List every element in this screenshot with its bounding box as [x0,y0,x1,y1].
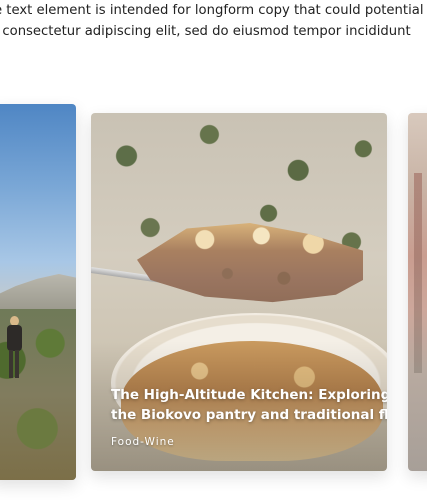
card-wall[interactable] [408,113,427,471]
intro-line-2: , consectetur adipiscing elit, sed do ei… [0,24,411,39]
card-hiker[interactable] [0,104,76,480]
card-title-line-2[interactable]: the Biokovo pantry and traditional flavo… [111,405,387,425]
hiker-legs [9,350,19,378]
card-title-line-1[interactable]: The High-Altitude Kitchen: Exploring [111,385,387,405]
card-high-altitude-kitchen[interactable]: The High-Altitude Kitchen: Exploring the… [91,113,387,471]
hiker-figure [5,316,23,380]
intro-text: e text element is intended for longform … [0,0,427,42]
page: e text element is intended for longform … [0,0,427,500]
pie-slice [137,223,363,303]
card-title[interactable]: The High-Altitude Kitchen: Exploring the… [111,385,387,425]
intro-line-1: e text element is intended for longform … [0,3,424,18]
card-category[interactable]: Food-Wine [111,436,175,448]
hiker-body [7,325,22,351]
